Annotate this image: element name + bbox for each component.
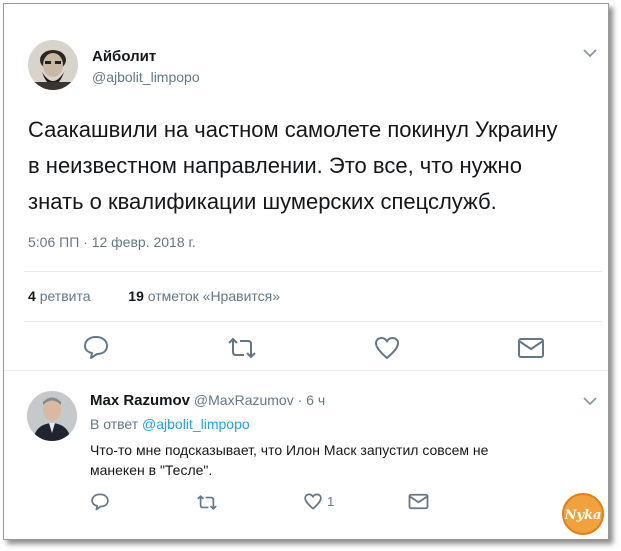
reply-avatar[interactable] bbox=[27, 391, 77, 441]
tweet-text-line: в неизвестном направлении. Это все, что … bbox=[28, 153, 522, 178]
chevron-down-icon[interactable] bbox=[582, 396, 598, 406]
message-icon[interactable] bbox=[408, 493, 429, 510]
like-count[interactable]: 19 bbox=[128, 288, 144, 304]
retweet-label[interactable]: ретвита bbox=[40, 288, 91, 304]
reply-author-handle[interactable]: @MaxRazumov bbox=[194, 392, 294, 408]
reply-like-count[interactable]: 1 bbox=[327, 494, 334, 509]
divider bbox=[4, 370, 608, 371]
tweet-text-line: знать о квалификации шумерских спецслужб… bbox=[28, 189, 497, 214]
retweet-count[interactable]: 4 bbox=[28, 288, 36, 304]
reply-text: Что-то мне подсказывает, что Илон Маск з… bbox=[90, 440, 560, 480]
reply-icon[interactable] bbox=[90, 492, 110, 511]
tweet-text: Саакашвили на частном самолете покинул У… bbox=[28, 112, 598, 220]
heart-icon[interactable] bbox=[373, 335, 401, 361]
divider bbox=[24, 321, 602, 322]
divider bbox=[24, 271, 602, 272]
tweet-text-line: Саакашвили на частном самолете покинул У… bbox=[28, 117, 558, 142]
reply-text-line: Что-то мне подсказывает, что Илон Маск з… bbox=[90, 442, 489, 458]
tweet-timestamp[interactable]: 5:06 ПП · 12 февр. 2018 г. bbox=[28, 234, 196, 250]
reply-text-line: манекен в "Тесле". bbox=[90, 462, 213, 478]
heart-icon[interactable] bbox=[303, 492, 323, 511]
reply-icon[interactable] bbox=[82, 334, 110, 360]
in-reply-prefix: В ответ bbox=[90, 416, 139, 432]
reply-time[interactable]: 6 ч bbox=[306, 392, 325, 408]
reply-header: Max Razumov @MaxRazumov · 6 ч bbox=[90, 392, 325, 409]
separator: · bbox=[297, 392, 303, 408]
chevron-down-icon[interactable] bbox=[582, 48, 598, 58]
watermark-text: Nyka bbox=[564, 508, 602, 523]
author-name[interactable]: Айболит bbox=[92, 48, 156, 65]
author-handle[interactable]: @ajbolit_limpopo bbox=[92, 69, 200, 85]
author-avatar[interactable] bbox=[28, 40, 78, 90]
retweet-icon[interactable] bbox=[226, 336, 258, 360]
like-label[interactable]: отметок «Нравится» bbox=[148, 288, 280, 304]
message-icon[interactable] bbox=[517, 337, 545, 359]
in-reply-mention[interactable]: @ajbolit_limpopo bbox=[142, 416, 250, 432]
tweet-stats: 4 ретвита 19 отметок «Нравится» bbox=[28, 288, 280, 304]
tweet-card: Айболит @ajbolit_limpopo Саакашвили на ч… bbox=[3, 3, 609, 540]
in-reply-to: В ответ @ajbolit_limpopo bbox=[90, 416, 250, 432]
retweet-icon[interactable] bbox=[195, 494, 219, 511]
watermark-logo: Nyka bbox=[562, 493, 604, 535]
reply-author-name[interactable]: Max Razumov bbox=[90, 392, 190, 409]
